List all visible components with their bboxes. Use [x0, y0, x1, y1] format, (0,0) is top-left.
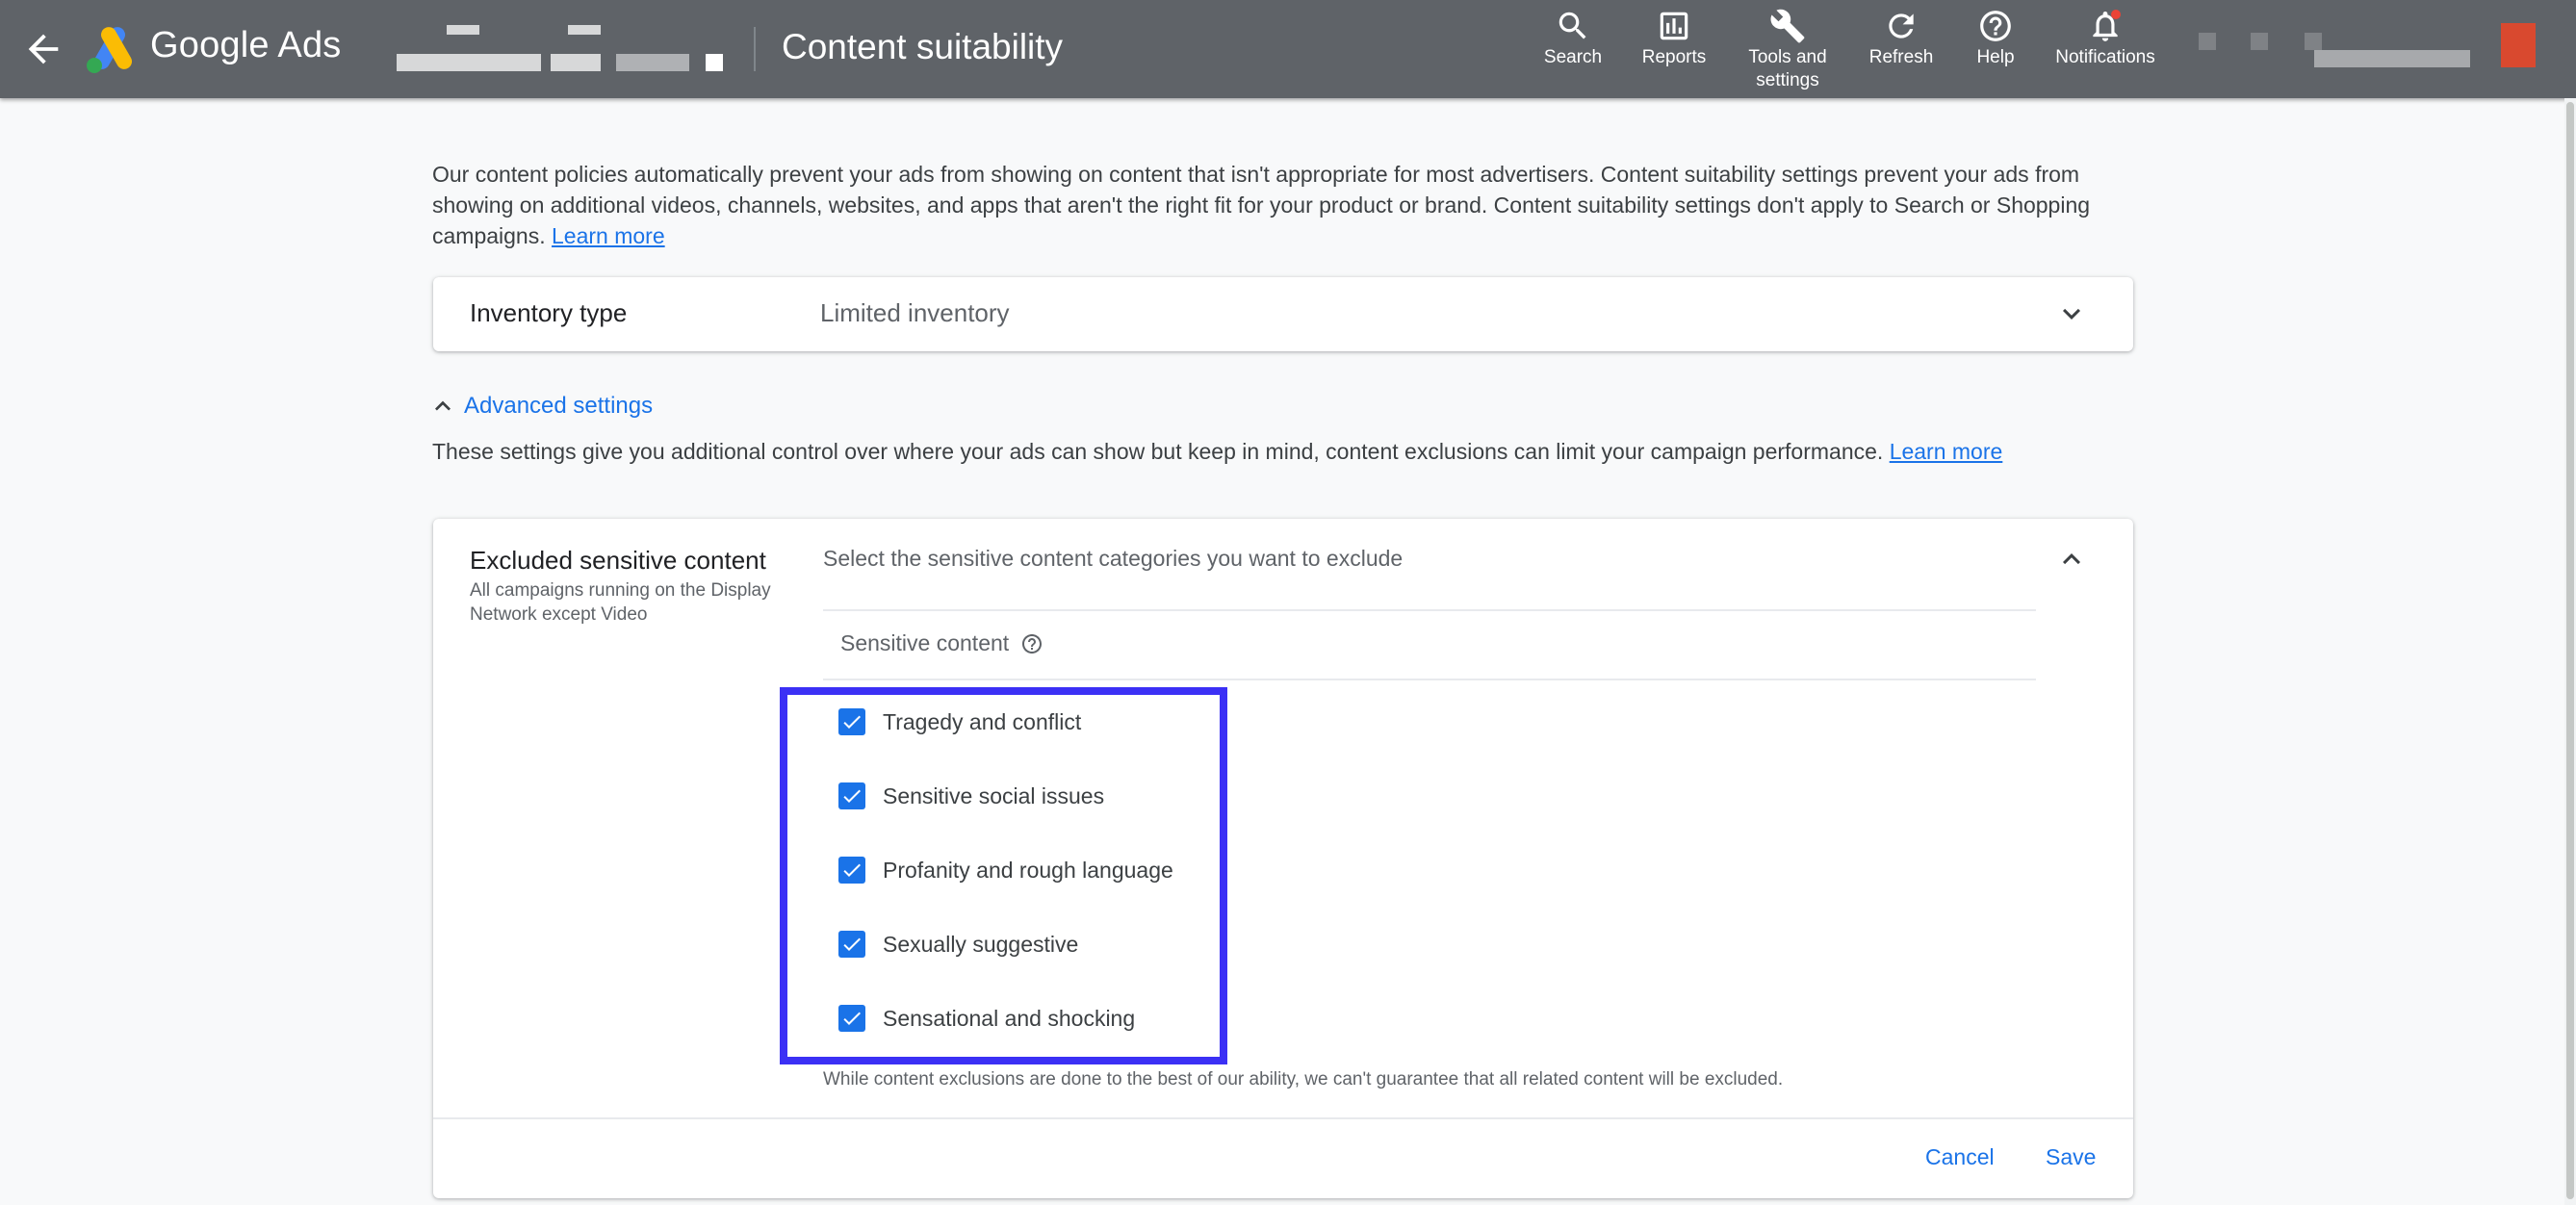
nav-label: Tools and settings: [1748, 47, 1827, 90]
help-icon: [1980, 11, 2011, 41]
intro-text: Our content policies automatically preve…: [432, 162, 2091, 248]
brand-name: Google Ads: [150, 25, 342, 65]
scrollbar-thumb[interactable]: [2566, 102, 2574, 1199]
account-selector[interactable]: [393, 21, 725, 75]
scrollbar[interactable]: [2564, 98, 2576, 1205]
nav-label: Search: [1543, 47, 1603, 67]
advanced-description-text: These settings give you additional contr…: [432, 439, 1890, 464]
nav-tools-button[interactable]: Tools and settings: [1735, 8, 1841, 96]
avatar[interactable]: [2501, 23, 2536, 67]
reports-icon: [1660, 12, 1688, 40]
intro-learn-more-link[interactable]: Learn more: [552, 223, 665, 248]
nav-notifications-button[interactable]: Notifications: [2041, 8, 2170, 96]
advanced-settings-description: These settings give you additional contr…: [432, 439, 2002, 465]
nav-label: Refresh: [1868, 47, 1934, 67]
page-title: Content suitability: [782, 27, 1064, 66]
nav-help-button[interactable]: Help: [1962, 8, 2029, 96]
nav-label: Reports: [1641, 47, 1707, 67]
refresh-icon: [1889, 13, 1914, 38]
divider: [823, 609, 2036, 611]
sensitive-content-label: Sensitive content: [840, 630, 1010, 655]
advanced-settings-toggle[interactable]: Advanced settings: [427, 391, 653, 422]
top-app-bar: Google Ads Content suitability Search Re…: [0, 0, 2576, 98]
intro-paragraph: Our content policies automatically preve…: [432, 159, 2136, 251]
nav-search-button[interactable]: Search: [1533, 8, 1613, 96]
search-icon: [1558, 12, 1586, 39]
header-divider: [754, 27, 756, 71]
help-outline-icon[interactable]: [1020, 632, 1043, 655]
inventory-type-card[interactable]: Inventory type Limited inventory: [433, 277, 2133, 351]
advanced-learn-more-link[interactable]: Learn more: [1890, 439, 2003, 464]
chevron-down-icon[interactable]: [2054, 296, 2089, 331]
divider: [823, 679, 2036, 680]
highlight-box: [780, 687, 1227, 1064]
cancel-button[interactable]: Cancel: [1925, 1144, 1995, 1170]
excluded-content-title: Excluded sensitive content: [470, 546, 766, 575]
excluded-content-instruction: Select the sensitive content categories …: [823, 546, 1404, 571]
exclusion-disclaimer: While content exclusions are done to the…: [823, 1069, 1784, 1090]
nav-reports-button[interactable]: Reports: [1631, 8, 1717, 96]
chevron-up-icon: [435, 400, 451, 411]
nav-label: Notifications: [2055, 47, 2155, 67]
excluded-content-subtitle: All campaigns running on the Display Net…: [470, 580, 771, 625]
wrench-icon: [1770, 9, 1805, 43]
google-ads-logo: [87, 27, 132, 73]
save-button[interactable]: Save: [2046, 1144, 2096, 1170]
advanced-settings-label: Advanced settings: [464, 393, 654, 419]
account-info-blurred[interactable]: [2195, 23, 2541, 73]
notification-badge: [2111, 10, 2121, 19]
inventory-type-value: Limited inventory: [820, 298, 1010, 327]
excluded-sensitive-content-card: Excluded sensitive content All campaigns…: [433, 519, 2133, 1198]
back-arrow-icon[interactable]: [21, 27, 65, 71]
nav-label: Help: [1976, 47, 2015, 67]
divider: [433, 1117, 2133, 1119]
chevron-up-icon[interactable]: [2054, 542, 2089, 577]
inventory-type-label: Inventory type: [470, 298, 628, 327]
sensitive-content-header: Sensitive content: [840, 630, 1043, 656]
nav-refresh-button[interactable]: Refresh: [1858, 8, 1945, 96]
